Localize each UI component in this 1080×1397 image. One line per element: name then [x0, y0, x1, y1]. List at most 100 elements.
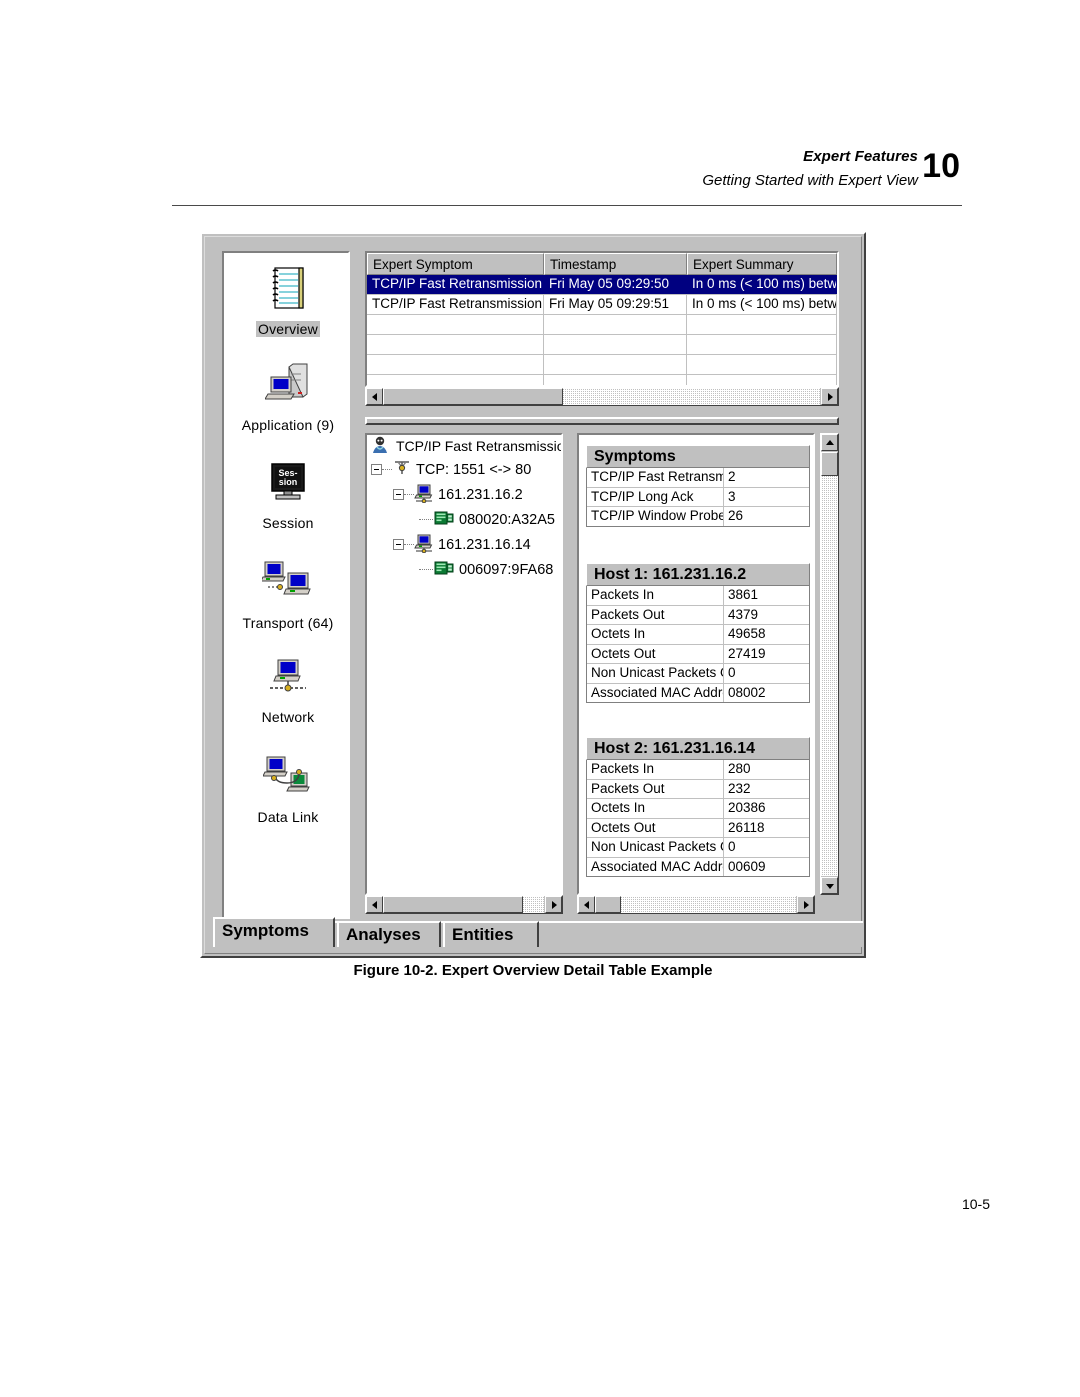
scroll-down-button[interactable]: [821, 877, 838, 894]
column-header-timestamp[interactable]: Timestamp: [544, 253, 687, 275]
table-row[interactable]: TCP/IP Fast Retransmission Fri May 05 09…: [367, 295, 837, 315]
tree-title-row: TCP/IP Fast Retransmissio: [367, 435, 561, 457]
section-title-host2: Host 2: 161.231.16.14: [586, 737, 810, 760]
sidebar-item-overview[interactable]: Overview: [224, 265, 352, 339]
scrollbar-thumb[interactable]: [383, 896, 523, 913]
detail-horizontal-scrollbar[interactable]: [577, 895, 815, 914]
tree-expander-minus-icon[interactable]: [371, 464, 382, 475]
table-row-empty[interactable]: [367, 335, 837, 355]
detail-row: Packets Out 4379: [587, 605, 809, 625]
detail-table[interactable]: Symptoms TCP/IP Fast Retransmission 2 TC…: [577, 433, 815, 895]
detail-key: TCP/IP Window Probe: [587, 507, 724, 526]
column-header-expert-symptom[interactable]: Expert Symptom: [367, 253, 544, 275]
scroll-right-button[interactable]: [545, 896, 562, 913]
session-icon: Ses- sion: [224, 461, 352, 510]
tree-expander-minus-icon[interactable]: [393, 489, 404, 500]
detail-vertical-scrollbar[interactable]: [820, 433, 839, 895]
detail-key: Packets Out: [587, 779, 724, 798]
arrow-right-icon: [827, 392, 833, 401]
arrow-left-icon: [371, 392, 377, 401]
sidebar-item-session[interactable]: Ses- sion Session: [224, 461, 352, 533]
detail-row: Packets In 3861: [587, 586, 809, 606]
detail-key: TCP/IP Long Ack: [587, 487, 724, 506]
scroll-left-button[interactable]: [578, 896, 595, 913]
detail-value: 280: [728, 761, 751, 776]
detail-value: 0: [728, 839, 736, 854]
expert-symptom-table[interactable]: Expert Symptom Timestamp Expert Summary …: [365, 251, 839, 387]
scroll-right-button[interactable]: [797, 896, 814, 913]
tree-horizontal-scrollbar[interactable]: [365, 895, 563, 914]
detail-table-panel: Symptoms TCP/IP Fast Retransmission 2 TC…: [577, 433, 839, 919]
tree-node-label: 161.231.16.2: [438, 486, 523, 503]
detail-row: Octets In 20386: [587, 799, 809, 819]
section-title-host1: Host 1: 161.231.16.2: [586, 563, 810, 586]
cell-expert-summary: In 0 ms (< 100 ms) betwe: [687, 275, 837, 294]
application-icon: [224, 361, 352, 412]
section-title-symptoms: Symptoms: [586, 445, 810, 468]
scrollbar-track[interactable]: [821, 452, 838, 876]
table-row[interactable]: TCP/IP Fast Retransmission Fri May 05 09…: [367, 275, 837, 295]
sidebar-item-network[interactable]: Network: [224, 657, 352, 727]
tab-label: Analyses: [346, 925, 421, 944]
column-header-expert-summary[interactable]: Expert Summary: [687, 253, 837, 275]
tab-symptoms[interactable]: Symptoms: [213, 917, 335, 947]
sidebar-item-transport[interactable]: Transport (64): [224, 559, 352, 633]
detail-row: Packets In 280: [587, 760, 809, 780]
detail-key: Associated MAC Address: [587, 683, 724, 702]
expert-layer-sidebar: Overview Application (9) Ses- sion Sessi…: [222, 251, 350, 919]
cell-empty: [544, 315, 687, 334]
cell-empty: [687, 355, 837, 374]
tab-label: Symptoms: [222, 921, 309, 940]
cell-empty: [544, 355, 687, 374]
tab-analyses[interactable]: Analyses: [337, 921, 441, 947]
expert-symptom-icon: [370, 435, 390, 458]
cell-expert-symptom: TCP/IP Fast Retransmission: [367, 275, 544, 294]
section-grid-host1: Packets In 3861 Packets Out 4379 Octets …: [586, 586, 810, 703]
detail-row: Packets Out 232: [587, 779, 809, 799]
symptom-table-horizontal-scrollbar[interactable]: [365, 387, 839, 406]
scrollbar-thumb[interactable]: [595, 896, 621, 913]
scroll-left-button[interactable]: [366, 388, 383, 405]
entity-tree[interactable]: TCP/IP Fast Retransmissio TCP: 1551 <-> …: [365, 433, 563, 895]
sidebar-item-application[interactable]: Application (9): [224, 361, 352, 435]
table-row-empty[interactable]: [367, 375, 837, 385]
detail-value: 27419: [728, 645, 766, 661]
detail-value: 2: [728, 469, 736, 484]
scroll-right-button[interactable]: [821, 388, 838, 405]
panel-splitter[interactable]: [365, 417, 839, 425]
tree-node-mac1[interactable]: 080020:A32A5: [367, 507, 561, 532]
sidebar-label-application: Application (9): [241, 417, 335, 433]
arrow-left-icon: [371, 900, 377, 909]
scroll-left-button[interactable]: [366, 896, 383, 913]
detail-value: 232: [728, 780, 751, 796]
page-number: 10-5: [961, 1196, 990, 1212]
header-rule: [172, 205, 962, 206]
tab-entities[interactable]: Entities: [443, 921, 539, 947]
tree-title-label: TCP/IP Fast Retransmissio: [396, 438, 563, 454]
tree-node-host1[interactable]: 161.231.16.2: [367, 482, 561, 507]
table-row-empty[interactable]: [367, 315, 837, 335]
scrollbar-thumb[interactable]: [821, 452, 838, 476]
cell-empty: [367, 375, 544, 385]
section-grid-symptoms: TCP/IP Fast Retransmission 2 TCP/IP Long…: [586, 468, 810, 527]
detail-value: 3861: [728, 587, 759, 602]
scrollbar-track[interactable]: [596, 896, 796, 913]
tree-node-connection[interactable]: TCP: 1551 <-> 80: [367, 457, 561, 482]
sidebar-item-datalink[interactable]: Data Link: [224, 755, 352, 827]
tree-node-host2[interactable]: 161.231.16.14: [367, 532, 561, 557]
table-row-empty[interactable]: [367, 355, 837, 375]
tree-expander-minus-icon[interactable]: [393, 539, 404, 550]
arrow-right-icon: [803, 900, 809, 909]
detail-row: Non Unicast Packets Out 0: [587, 838, 809, 858]
arrow-up-icon: [825, 439, 834, 445]
expert-symptom-table-panel: Expert Symptom Timestamp Expert Summary …: [365, 251, 839, 411]
tree-node-label: 161.231.16.14: [438, 536, 531, 553]
window-client-area: Overview Application (9) Ses- sion Sessi…: [204, 236, 863, 954]
cell-empty: [367, 355, 544, 374]
tree-node-mac2[interactable]: 006097:9FA68: [367, 557, 561, 582]
detail-row: Non Unicast Packets Out 0: [587, 664, 809, 684]
scrollbar-thumb[interactable]: [383, 388, 563, 405]
scroll-up-button[interactable]: [821, 434, 838, 451]
entity-tree-panel: TCP/IP Fast Retransmissio TCP: 1551 <-> …: [365, 433, 563, 919]
detail-value: 3: [728, 488, 736, 504]
